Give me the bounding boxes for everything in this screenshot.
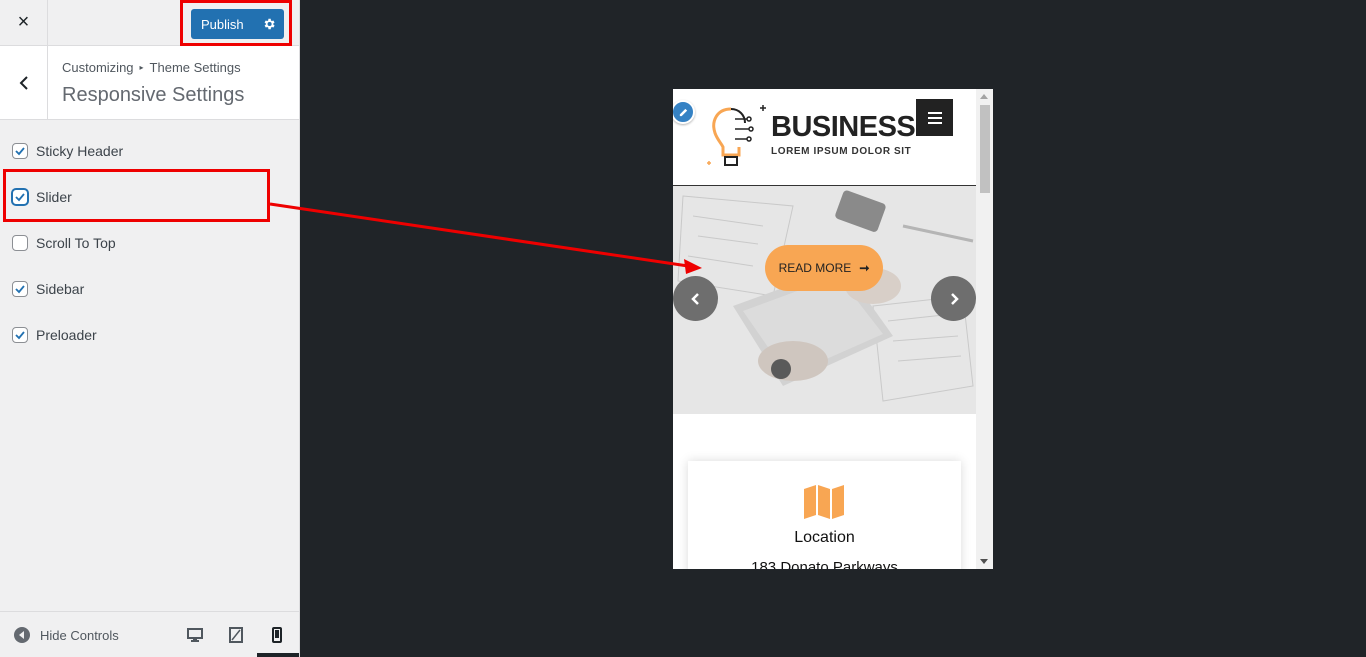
scroll-thumb[interactable] — [980, 105, 990, 193]
map-icon — [804, 485, 844, 519]
read-more-button[interactable]: READ MORE ➞ — [765, 245, 883, 291]
tablet-icon — [229, 626, 243, 643]
publish-label: Publish — [201, 16, 244, 32]
breadcrumb-root: Customizing — [62, 60, 134, 75]
control-sidebar[interactable]: Sidebar — [0, 280, 299, 326]
location-card: Location 183 Donato Parkways — [688, 461, 961, 569]
customizer-sidebar: × Publish Customizing ▸ Theme Settings Res… — [0, 0, 300, 657]
mobile-preview-button[interactable] — [257, 612, 299, 657]
publish-button[interactable]: Publish — [191, 9, 284, 39]
brand-tagline: LOREM IPSUM DOLOR SIT — [771, 146, 912, 157]
arrow-right-icon: ➞ — [859, 261, 870, 275]
lightbulb-logo-icon — [707, 105, 766, 166]
hamburger-menu-icon[interactable] — [916, 99, 953, 136]
read-more-label: READ MORE — [778, 261, 852, 275]
close-customizer-button[interactable]: × — [0, 0, 48, 45]
customizer-header: × Publish — [0, 0, 299, 46]
scroll-down-icon[interactable] — [980, 559, 988, 564]
control-scroll-to-top[interactable]: Scroll To Top — [0, 234, 299, 280]
breadcrumb-parent: Theme Settings — [149, 60, 241, 75]
scroll-up-icon[interactable] — [980, 94, 988, 99]
mobile-icon — [272, 626, 282, 643]
preloader-label: Preloader — [36, 327, 97, 343]
hide-controls-button[interactable]: Hide Controls — [14, 627, 119, 643]
control-list: Sticky Header Slider Scroll To Top Sideb… — [0, 120, 299, 372]
collapse-icon — [14, 627, 30, 643]
scroll-to-top-label: Scroll To Top — [36, 235, 116, 251]
checkmark-icon — [15, 147, 25, 156]
sticky-header-checkbox[interactable] — [12, 143, 28, 159]
control-preloader[interactable]: Preloader — [0, 326, 299, 372]
slider-next-button[interactable] — [931, 276, 976, 321]
breadcrumb-separator-icon: ▸ — [139, 63, 144, 72]
sticky-header-label: Sticky Header — [36, 143, 124, 159]
breadcrumb: Customizing ▸ Theme Settings — [62, 60, 241, 75]
sidebar-label: Sidebar — [36, 281, 85, 297]
chevron-right-icon — [950, 292, 959, 305]
publish-highlight-box: Publish — [180, 0, 292, 46]
desktop-icon — [187, 627, 203, 642]
slider-prev-button[interactable] — [673, 276, 718, 321]
checkmark-icon — [15, 331, 25, 340]
slider-highlight-box — [3, 169, 270, 222]
tablet-preview-button[interactable] — [216, 612, 256, 657]
desktop-preview-button[interactable] — [175, 612, 215, 657]
chevron-left-icon — [19, 75, 28, 90]
gear-icon[interactable] — [253, 9, 284, 39]
mobile-site-preview: BUSINESS LOREM IPSUM DOLOR SIT READ MORE… — [673, 89, 993, 569]
hero-slider: READ MORE ➞ — [673, 186, 976, 414]
customizer-footer: Hide Controls — [0, 611, 299, 657]
preloader-checkbox[interactable] — [12, 327, 28, 343]
brand-name: BUSINESS — [771, 111, 916, 143]
chevron-left-icon — [690, 292, 699, 305]
section-header: Customizing ▸ Theme Settings Responsive Se… — [0, 46, 299, 120]
edit-shortcut-pencil-icon[interactable] — [673, 100, 695, 124]
hide-controls-label: Hide Controls — [40, 627, 119, 643]
section-title: Responsive Settings — [62, 84, 245, 106]
card-address: 183 Donato Parkways — [751, 559, 898, 569]
back-button[interactable] — [0, 46, 48, 119]
preview-scrollbar[interactable] — [976, 89, 993, 569]
sidebar-checkbox[interactable] — [12, 281, 28, 297]
card-title: Location — [794, 529, 855, 546]
scroll-to-top-checkbox[interactable] — [12, 235, 28, 251]
checkmark-icon — [15, 285, 25, 294]
